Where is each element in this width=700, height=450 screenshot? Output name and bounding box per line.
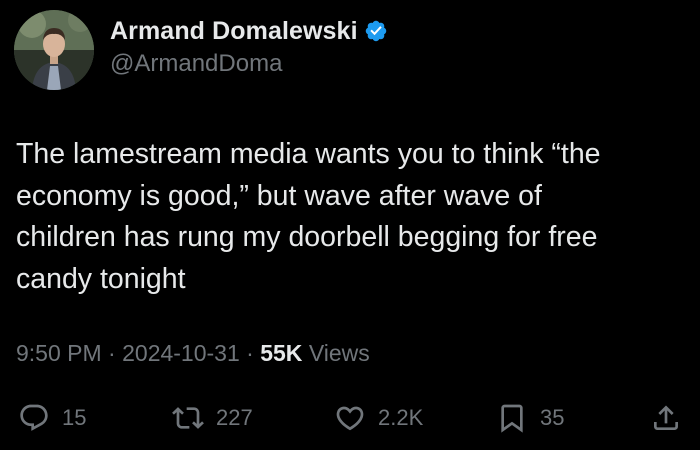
reply-count: 15: [62, 405, 87, 430]
like-button[interactable]: 2.2K: [334, 396, 423, 440]
bookmark-count: 35: [540, 405, 565, 430]
meta-separator: ·: [108, 340, 116, 366]
share-button[interactable]: [650, 396, 682, 440]
display-name[interactable]: Armand Domalewski: [110, 17, 358, 46]
tweet-date[interactable]: 2024-10-31: [122, 340, 240, 366]
tweet: Armand Domalewski @ArmandDoma The lamest…: [0, 0, 700, 450]
tweet-time[interactable]: 9:50 PM: [16, 340, 102, 366]
heart-icon: [336, 406, 364, 431]
reply-button[interactable]: 15: [18, 396, 86, 440]
meta-separator: ·: [246, 340, 254, 366]
reply-icon: [20, 404, 48, 431]
bookmark-icon: [501, 404, 523, 433]
bookmark-button[interactable]: 35: [496, 396, 564, 440]
action-bar: 15 227 2.2K 35: [0, 396, 700, 440]
share-icon: [654, 405, 678, 430]
verified-badge-icon: [364, 19, 388, 43]
views-label: Views: [308, 340, 370, 366]
views-count: 55K: [260, 340, 303, 366]
tweet-text: The lamestream media wants you to think …: [16, 138, 601, 295]
retweet-count: 227: [216, 405, 253, 430]
avatar-photo: [14, 10, 94, 90]
name-row: Armand Domalewski: [110, 14, 388, 48]
author-block: Armand Domalewski @ArmandDoma: [110, 14, 388, 78]
tweet-meta: 9:50 PM · 2024-10-31 · 55K Views: [16, 340, 370, 367]
avatar[interactable]: [14, 10, 94, 90]
user-handle[interactable]: @ArmandDoma: [110, 50, 388, 78]
retweet-button[interactable]: 227: [172, 396, 253, 440]
retweet-icon: [172, 407, 204, 429]
like-count: 2.2K: [378, 405, 424, 430]
